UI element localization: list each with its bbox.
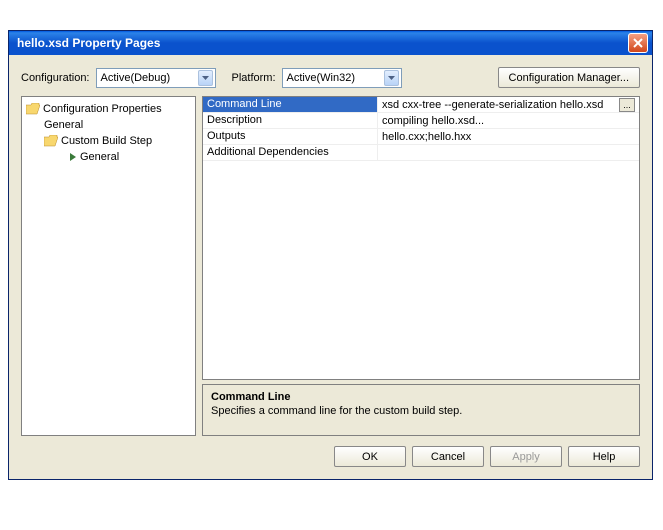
prop-name: Command Line [203,97,378,112]
platform-value: Active(Win32) [287,72,355,84]
property-grid[interactable]: Command Line xsd cxx-tree --generate-ser… [202,96,640,380]
titlebar[interactable]: hello.xsd Property Pages [9,31,652,55]
apply-button[interactable]: Apply [490,446,562,467]
platform-label: Platform: [232,72,276,84]
property-pages-window: hello.xsd Property Pages Configuration: … [8,30,653,480]
configuration-value: Active(Debug) [101,72,171,84]
prop-row-description[interactable]: Description compiling hello.xsd... [203,113,639,129]
browse-button[interactable]: ... [619,98,635,112]
tree-custom-build-step[interactable]: Custom Build Step [26,133,191,149]
folder-open-icon [26,103,40,115]
close-button[interactable] [628,33,648,53]
button-row: OK Cancel Apply Help [9,446,652,479]
prop-row-additional-deps[interactable]: Additional Dependencies [203,145,639,161]
arrow-right-icon [68,152,78,162]
tree-label: Custom Build Step [61,135,152,147]
tree-label: General [80,151,119,163]
body: Configuration Properties General Custom … [9,96,652,446]
prop-name: Outputs [203,129,378,144]
prop-value[interactable]: xsd cxx-tree --generate-serialization he… [378,97,639,112]
tree-panel[interactable]: Configuration Properties General Custom … [21,96,196,436]
platform-combo[interactable]: Active(Win32) [282,68,402,88]
prop-name: Additional Dependencies [203,145,378,160]
ok-button[interactable]: OK [334,446,406,467]
configuration-label: Configuration: [21,72,90,84]
description-title: Command Line [211,391,631,403]
tree-general-selected[interactable]: General [26,149,191,165]
chevron-down-icon [384,70,399,86]
tree-root[interactable]: Configuration Properties [26,101,191,117]
chevron-down-icon [198,70,213,86]
configuration-manager-button[interactable]: Configuration Manager... [498,67,640,88]
tree-label: General [44,119,83,131]
prop-row-command-line[interactable]: Command Line xsd cxx-tree --generate-ser… [203,97,639,113]
help-button[interactable]: Help [568,446,640,467]
cancel-button[interactable]: Cancel [412,446,484,467]
prop-value-text: xsd cxx-tree --generate-serialization he… [382,99,603,111]
prop-value[interactable]: hello.cxx;hello.hxx [378,129,639,144]
window-title: hello.xsd Property Pages [13,36,628,50]
description-panel: Command Line Specifies a command line fo… [202,384,640,436]
configuration-combo[interactable]: Active(Debug) [96,68,216,88]
folder-open-icon [44,135,58,147]
prop-name: Description [203,113,378,128]
prop-row-outputs[interactable]: Outputs hello.cxx;hello.hxx [203,129,639,145]
right-panel: Command Line xsd cxx-tree --generate-ser… [202,96,640,436]
tree-label: Configuration Properties [43,103,162,115]
close-icon [633,38,643,48]
prop-value[interactable]: compiling hello.xsd... [378,113,639,128]
prop-value[interactable] [378,145,639,160]
tree-general[interactable]: General [26,117,191,133]
configuration-row: Configuration: Active(Debug) Platform: A… [9,55,652,96]
description-text: Specifies a command line for the custom … [211,405,631,417]
